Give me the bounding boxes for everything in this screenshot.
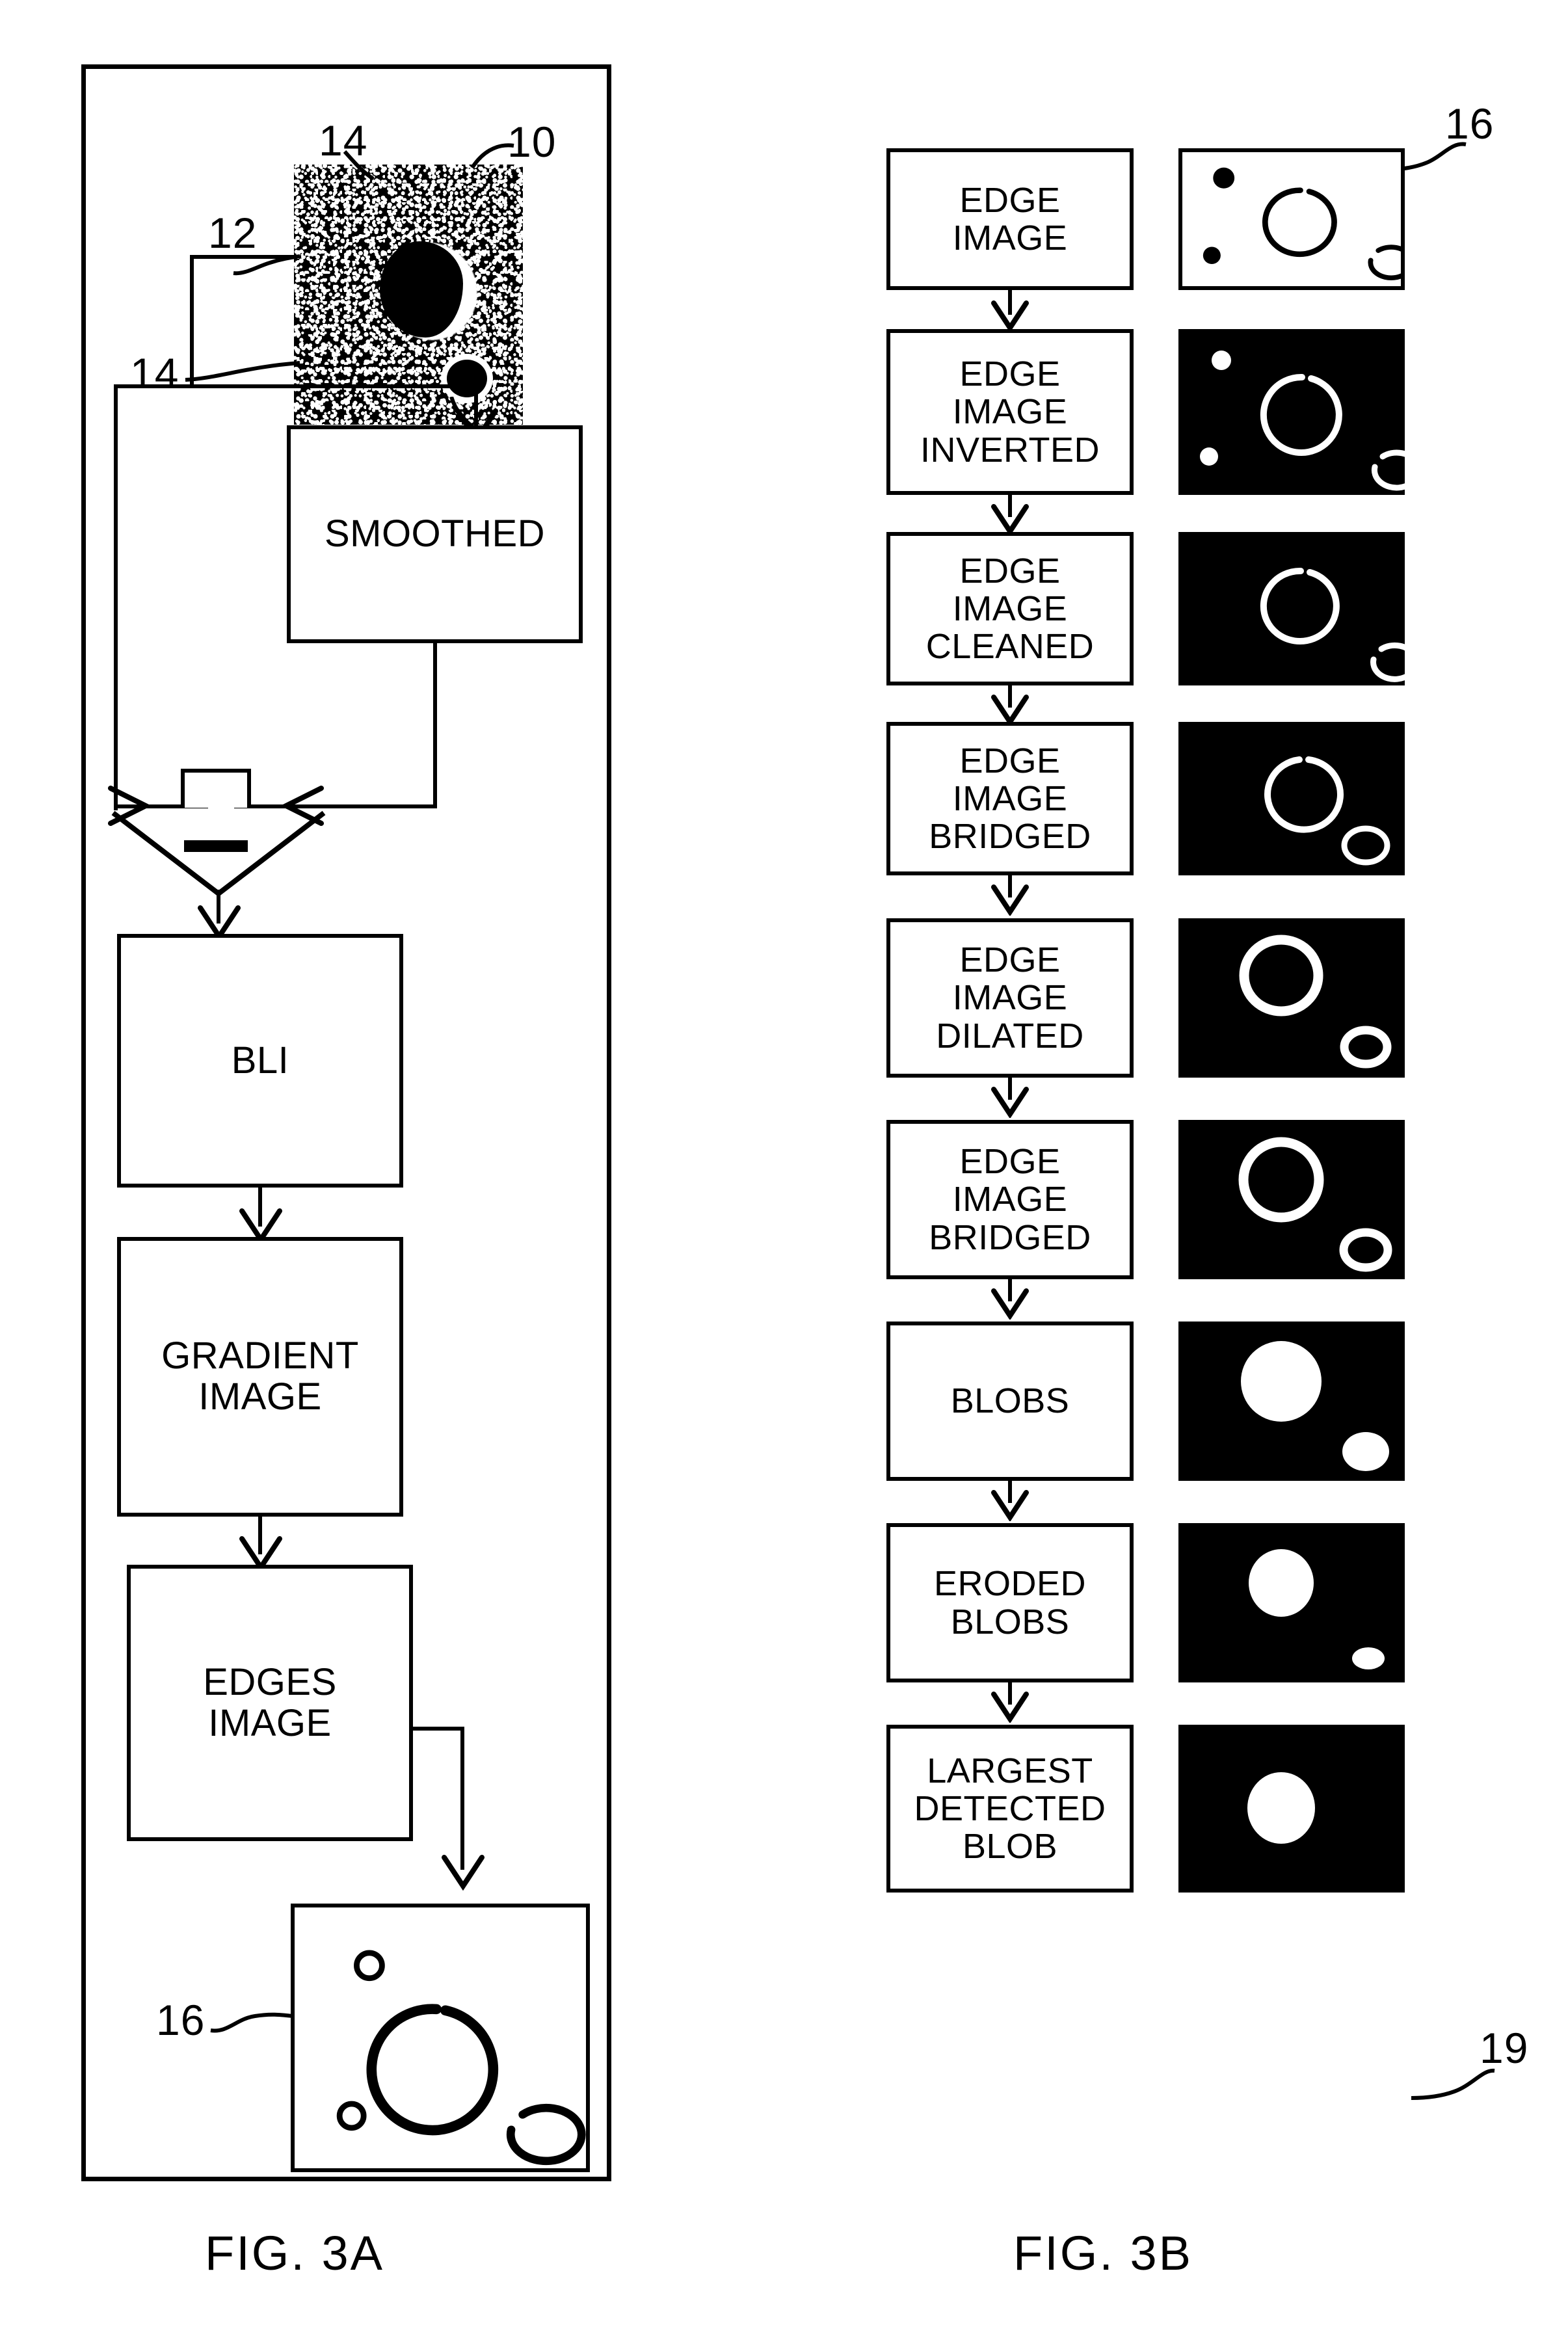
- fig3b-row-7-image: [1178, 1523, 1405, 1682]
- edges-to-result-arrowhead: [442, 1855, 485, 1891]
- fig3b-row-7-line-1: ERODED: [933, 1564, 1087, 1604]
- fig3b-row-8-image: [1178, 1725, 1405, 1893]
- ref-14-left: 14: [130, 349, 179, 397]
- fig3b-row-3-line-3: BRIDGED: [929, 817, 1091, 857]
- fig3b-arrow-4-head: [991, 1087, 1029, 1118]
- leader-14-top: [343, 150, 375, 181]
- node-edges-image-line-2: IMAGE: [208, 1701, 332, 1744]
- fig3b-arrow-6-head: [991, 1490, 1029, 1521]
- fig3b-row-5-image: [1178, 1120, 1405, 1279]
- fig3b-arrow-3-head: [991, 884, 1029, 916]
- node-gradient-image-line-1: GRADIENT: [161, 1335, 359, 1377]
- fig3b-row-5-box: EDGE IMAGE BRIDGED: [886, 1120, 1134, 1279]
- fig3b-row-1-box: EDGE IMAGE INVERTED: [886, 329, 1134, 495]
- fig3b-row-1-line-3: INVERTED: [920, 430, 1100, 470]
- node-edges-image-line-1: EDGES: [203, 1660, 337, 1703]
- fig3b-row-8-line-3: BLOB: [962, 1827, 1058, 1866]
- junction-merge-v: [111, 810, 326, 897]
- fig3b-row-4-box: EDGE IMAGE DILATED: [886, 918, 1134, 1078]
- smoothed-out-vertical: [433, 643, 437, 808]
- bypass-left-rail: [114, 384, 118, 810]
- node-edges-image: EDGES IMAGE: [127, 1565, 413, 1841]
- fig3b-row-4-line-1: EDGE: [959, 940, 1061, 980]
- node-smoothed: SMOOTHED: [287, 425, 583, 643]
- small-lesion: [447, 360, 487, 397]
- fig3b-row-4-drawing: [1239, 935, 1392, 1069]
- fig3b-row-0-box: EDGE IMAGE: [886, 148, 1134, 290]
- fig3b-row-4-line-2: IMAGE: [952, 978, 1068, 1018]
- fig3b-arrow-1-head: [991, 504, 1029, 535]
- fig3b-row-3-line-1: EDGE: [959, 741, 1061, 780]
- ref-16-fig3b: 16: [1445, 100, 1495, 148]
- fig3b-arrow-0-head: [991, 300, 1029, 332]
- fig3b-row-4-line-3: DILATED: [936, 1016, 1084, 1056]
- ref-16-fig3a: 16: [156, 1996, 206, 2044]
- node-gradient-image: GRADIENT IMAGE: [117, 1237, 403, 1517]
- fig3b-row-2-line-1: EDGE: [959, 551, 1061, 591]
- fig3b-row-8-line-1: LARGEST: [927, 1751, 1093, 1790]
- fig3b-row-2-box: EDGE IMAGE CLEANED: [886, 532, 1134, 685]
- fig3b-row-0-drawing: [1203, 167, 1415, 280]
- fig3b-row-1-image: [1178, 329, 1422, 495]
- fig3b-arrow-2-head: [991, 695, 1029, 726]
- leader-19: [1411, 2068, 1495, 2100]
- fig3b-row-1-line-2: IMAGE: [952, 392, 1068, 432]
- fig3b-row-3-box: EDGE IMAGE BRIDGED: [886, 722, 1134, 875]
- fig3b-row-2-line-2: IMAGE: [952, 589, 1068, 628]
- fig3b-arrow-7-head: [991, 1692, 1029, 1723]
- fig3b-row-2-drawing: [1260, 567, 1420, 682]
- fig3b-row-8-line-2: DETECTED: [914, 1788, 1106, 1828]
- fig-3a-caption: FIG. 3A: [205, 2226, 384, 2280]
- fig3b-row-2-image: [1178, 532, 1420, 685]
- lesion-core: [380, 241, 463, 338]
- leader-16-fig3a: [210, 2012, 293, 2033]
- fig3b-row-0-line-2: IMAGE: [952, 219, 1068, 258]
- fig3b-row-7-drawing: [1249, 1549, 1385, 1669]
- fig3b-row-4-image: [1178, 918, 1405, 1078]
- fig3b-row-5-drawing: [1238, 1137, 1392, 1272]
- edges-to-result-horizontal: [409, 1727, 464, 1731]
- edges-to-result-vertical: [460, 1727, 464, 1870]
- leader-12: [233, 254, 300, 276]
- node-smoothed-label: SMOOTHED: [324, 512, 546, 555]
- edge-image-result: [291, 1904, 590, 2172]
- fig3b-row-6-drawing: [1241, 1341, 1389, 1471]
- fig3b-row-0-line-1: EDGE: [959, 180, 1061, 220]
- fig3b-row-6-line-1: BLOBS: [950, 1381, 1070, 1421]
- fig3b-row-3-image: [1178, 722, 1405, 875]
- fig3b-row-2-line-3: CLEANED: [925, 627, 1095, 667]
- source-tap-horizontal: [190, 255, 297, 259]
- fig3b-row-6-box: BLOBS: [886, 1322, 1134, 1481]
- fig3b-row-5-line-2: IMAGE: [952, 1180, 1068, 1219]
- fig3b-row-5-line-1: EDGE: [959, 1142, 1061, 1182]
- source-tap-vertical: [190, 259, 194, 386]
- fig3b-row-3-line-2: IMAGE: [952, 778, 1068, 818]
- fig3b-row-1-line-1: EDGE: [959, 354, 1061, 394]
- patent-figure-sheet: 14 10 12 14 14 SMOOTHED: [0, 0, 1568, 2338]
- leader-10: [470, 143, 514, 169]
- fig3b-row-8-box: LARGEST DETECTED BLOB: [886, 1725, 1134, 1893]
- fig3b-row-0-image: [1178, 148, 1415, 290]
- edge-image-result-drawing: [336, 1950, 586, 2166]
- node-gradient-image-line-2: IMAGE: [198, 1375, 322, 1418]
- fig3b-row-1-drawing: [1200, 351, 1422, 491]
- fig-3b-caption: FIG. 3B: [1013, 2226, 1193, 2280]
- bypass-top-rail: [114, 384, 478, 388]
- fig3b-row-6-image: [1178, 1322, 1405, 1481]
- ref-19: 19: [1480, 2024, 1529, 2072]
- fig3b-row-5-line-3: BRIDGED: [929, 1217, 1091, 1257]
- fig3b-row-7-line-2: BLOBS: [950, 1602, 1070, 1641]
- fig3b-row-8-drawing: [1247, 1772, 1315, 1844]
- smoothed-out-horizontal: [320, 804, 437, 808]
- fig3b-arrow-5-head: [991, 1288, 1029, 1320]
- node-bli: BLI: [117, 934, 403, 1188]
- fig3b-row-7-box: ERODED BLOBS: [886, 1523, 1134, 1682]
- node-bli-label: BLI: [231, 1039, 289, 1082]
- fig3b-row-3-drawing: [1264, 756, 1390, 866]
